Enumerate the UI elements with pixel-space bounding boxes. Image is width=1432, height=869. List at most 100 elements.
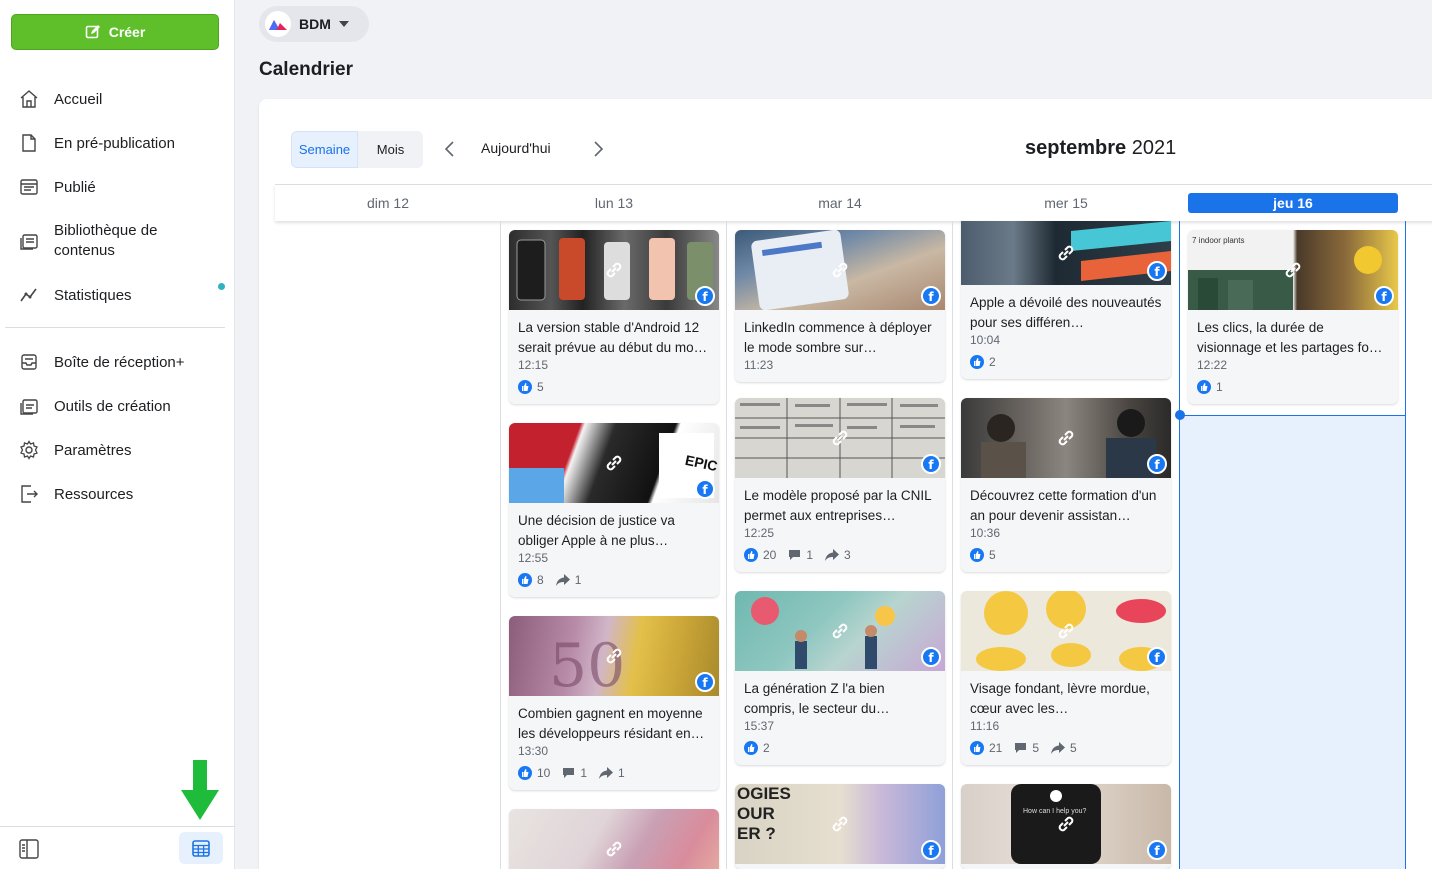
post-card[interactable]: 7 indoor plants f Les clics, la durée de… — [1188, 230, 1398, 404]
sidebar-item-label: Publié — [54, 178, 96, 196]
like-icon — [518, 766, 532, 780]
sidebar-item-label: En pré-publication — [54, 134, 175, 152]
like-count: 20 — [763, 548, 777, 562]
home-icon — [18, 88, 40, 110]
sidebar-item-bibliotheque[interactable]: Bibliothèque de contenus — [0, 209, 235, 273]
create-button[interactable]: Créer — [11, 14, 219, 50]
like-count: 5 — [537, 380, 544, 394]
like-count: 2 — [763, 741, 770, 755]
sidebar-item-boite-reception[interactable]: Boîte de réception+ — [0, 340, 235, 384]
sidebar-item-label: Statistiques — [54, 286, 132, 304]
like-icon — [518, 573, 532, 587]
day-header[interactable]: dim 12 — [275, 185, 501, 221]
current-time-indicator — [1175, 410, 1185, 420]
facebook-icon: f — [921, 647, 941, 667]
like-count: 21 — [989, 741, 1003, 755]
sidebar-item-accueil[interactable]: Accueil — [0, 77, 235, 121]
comment-count: 1 — [806, 548, 814, 562]
view-toggle: Semaine Mois — [291, 131, 423, 168]
post-card[interactable]: EPIC f Une décision de justice va oblige… — [509, 423, 719, 597]
post-text: Combien gagnent en moyenne les développe… — [518, 706, 705, 741]
post-card[interactable]: f La génération Z l'a bien compris, le s… — [735, 591, 945, 765]
sidebar-item-label: Boîte de réception+ — [54, 353, 185, 371]
link-icon — [606, 262, 622, 278]
post-time: 11:16 — [970, 719, 1000, 733]
share-count: 1 — [574, 573, 582, 587]
day-header-today[interactable]: jeu 16 — [1188, 193, 1398, 213]
resources-icon — [18, 483, 40, 505]
like-icon — [744, 548, 758, 562]
comment-count: 5 — [1032, 741, 1040, 755]
sidebar-footer — [0, 826, 235, 869]
post-thumbnail: How can I help you? f — [961, 784, 1171, 864]
sidebar-item-label: Outils de création — [54, 397, 171, 415]
sidebar-item-pre-publication[interactable]: En pré-publication — [0, 121, 235, 165]
thumbnail-title-text: OGIES OUR ER ? — [737, 784, 791, 843]
arrow-down-icon — [181, 760, 219, 820]
comment-icon — [789, 550, 801, 560]
share-count: 3 — [844, 548, 851, 562]
week-view-button[interactable]: Semaine — [291, 131, 358, 168]
post-time: 13:30 — [518, 744, 549, 758]
post-card[interactable]: OGIES OUR ER ? f — [735, 784, 945, 869]
day-header[interactable]: mar 14 — [727, 185, 953, 221]
day-header[interactable]: mer 15 — [953, 185, 1179, 221]
share-icon — [1051, 742, 1066, 754]
share-icon — [555, 574, 570, 586]
chevron-left-icon[interactable] — [440, 139, 460, 159]
post-card[interactable]: f Le modèle proposé par la CNIL permet a… — [735, 398, 945, 572]
column-divider — [726, 221, 727, 869]
post-text: LinkedIn commence à déployer le mode som… — [744, 320, 932, 355]
post-card[interactable]: f Visage fondant, lèvre mordue, cœur ave… — [961, 591, 1171, 765]
sidebar-item-label: Bibliothèque de contenus — [54, 222, 158, 259]
sidebar-item-statistiques[interactable]: Statistiques — [0, 273, 235, 317]
chevron-right-icon[interactable] — [588, 139, 608, 159]
sidebar-item-publie[interactable]: Publié — [0, 165, 235, 209]
published-icon — [18, 176, 40, 198]
sidebar-item-parametres[interactable]: Paramètres — [0, 428, 235, 472]
post-thumbnail: EPIC f — [509, 423, 719, 503]
post-card[interactable] — [509, 809, 719, 869]
like-count: 10 — [537, 766, 551, 780]
today-button[interactable]: Aujourd'hui — [481, 140, 551, 156]
month-view-button[interactable]: Mois — [358, 131, 423, 168]
sidebar: Créer Accueil En pré-publication Publié … — [0, 0, 235, 869]
post-text: Visage fondant, lèvre mordue, cœur avec … — [970, 681, 1150, 716]
post-text: Les clics, la durée de visionnage et les… — [1197, 320, 1383, 355]
library-icon — [18, 230, 40, 252]
post-card[interactable]: f Apple a dévoilé des nouveautés pour se… — [961, 221, 1171, 379]
comment-icon — [563, 768, 575, 778]
post-text: La version stable d'Android 12 serait pr… — [518, 320, 708, 355]
post-card[interactable]: f Découvrez cette formation d'un an pour… — [961, 398, 1171, 572]
calendar-view-button[interactable] — [179, 832, 223, 864]
post-text: Une décision de justice va obliger Apple… — [518, 513, 675, 548]
post-card[interactable]: 50 f Combien gagnent en moyenne les déve… — [509, 616, 719, 790]
post-card[interactable]: How can I help you? f — [961, 784, 1171, 869]
stats-icon — [18, 284, 40, 306]
facebook-icon: f — [1147, 261, 1167, 281]
post-card[interactable]: f LinkedIn commence à déployer le mode s… — [735, 230, 945, 382]
account-name: BDM — [299, 16, 331, 32]
like-icon — [744, 741, 758, 755]
collapse-sidebar-icon[interactable] — [18, 838, 40, 860]
like-icon — [970, 355, 984, 369]
sidebar-item-ressources[interactable]: Ressources — [0, 472, 235, 516]
link-icon — [606, 841, 622, 857]
post-card[interactable]: f La version stable d'Android 12 serait … — [509, 230, 719, 404]
share-count: 5 — [1070, 741, 1077, 755]
today-column-future[interactable] — [1179, 415, 1406, 869]
day-header[interactable]: lun 13 — [501, 185, 727, 221]
facebook-icon: f — [695, 672, 715, 692]
link-icon — [832, 262, 848, 278]
sidebar-item-outils-creation[interactable]: Outils de création — [0, 384, 235, 428]
share-icon — [599, 767, 614, 779]
post-time: 15:37 — [744, 719, 775, 733]
like-icon — [1197, 380, 1211, 394]
comment-icon — [1015, 743, 1027, 753]
post-thumbnail: 7 indoor plants f — [1188, 230, 1398, 310]
column-divider — [500, 221, 501, 869]
post-time: 11:23 — [744, 358, 774, 372]
account-selector[interactable]: BDM — [259, 6, 369, 42]
facebook-icon: f — [695, 286, 715, 306]
link-icon — [1058, 816, 1074, 832]
